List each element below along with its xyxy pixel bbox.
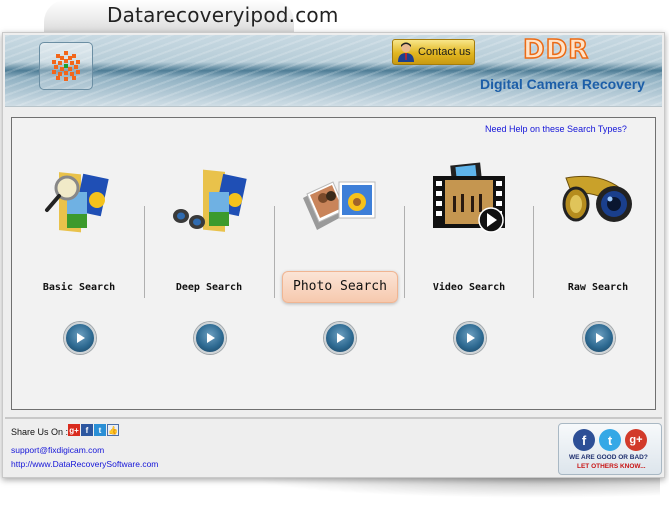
ddr-logo-icon bbox=[52, 51, 80, 81]
start-raw-search-button[interactable] bbox=[583, 322, 615, 354]
brand-logo-text: DDR bbox=[522, 34, 590, 66]
google-plus-icon[interactable]: g+ bbox=[68, 424, 80, 436]
site-title: Datarecoveryipod.com bbox=[107, 3, 339, 27]
option-photo-search: Photo Search bbox=[275, 158, 403, 358]
search-types-panel: Need Help on these Search Types? Basic S… bbox=[11, 117, 656, 410]
window-shadow bbox=[250, 478, 660, 498]
help-link[interactable]: Need Help on these Search Types? bbox=[485, 124, 627, 134]
option-basic-search: Basic Search bbox=[15, 158, 143, 358]
feedback-social-box: f t g+ WE ARE GOOD OR BAD? LET OTHERS KN… bbox=[558, 423, 662, 475]
start-basic-search-button[interactable] bbox=[64, 322, 96, 354]
play-icon bbox=[77, 333, 85, 343]
share-icons: g+ f t 👍 bbox=[68, 424, 119, 436]
start-deep-search-button[interactable] bbox=[194, 322, 226, 354]
option-label[interactable]: Raw Search bbox=[534, 282, 662, 293]
option-raw-search: Raw Search bbox=[534, 158, 662, 358]
start-photo-search-button[interactable] bbox=[324, 322, 356, 354]
option-label[interactable]: Deep Search bbox=[145, 282, 273, 293]
twitter-icon[interactable]: t bbox=[94, 424, 106, 436]
feedback-question: WE ARE GOOD OR BAD? bbox=[569, 454, 648, 461]
option-deep-search: Deep Search bbox=[145, 158, 273, 358]
facebook-icon[interactable]: f bbox=[573, 429, 595, 451]
play-icon bbox=[337, 333, 345, 343]
facebook-icon[interactable]: f bbox=[81, 424, 93, 436]
play-icon bbox=[467, 333, 475, 343]
option-label[interactable]: Video Search bbox=[405, 282, 533, 293]
share-label: Share Us On : bbox=[11, 427, 69, 437]
folder-magnifier-icon bbox=[45, 172, 109, 233]
twitter-icon[interactable]: t bbox=[599, 429, 621, 451]
start-video-search-button[interactable] bbox=[454, 322, 486, 354]
site-title-tab: Datarecoveryipod.com bbox=[44, 0, 338, 34]
header-banner: Contact us DDR Digital Camera Recovery bbox=[5, 34, 662, 107]
folder-binoculars-icon bbox=[173, 169, 247, 232]
play-icon bbox=[596, 333, 604, 343]
play-icon bbox=[207, 333, 215, 343]
option-label-selected[interactable]: Photo Search bbox=[282, 271, 398, 303]
google-plus-icon[interactable]: g+ bbox=[625, 429, 647, 451]
option-video-search: Video Search bbox=[405, 158, 533, 358]
film-reel-lens-icon bbox=[562, 175, 632, 222]
like-icon[interactable]: 👍 bbox=[107, 424, 119, 436]
person-icon bbox=[398, 42, 414, 62]
contact-us-label: Contact us bbox=[418, 46, 471, 58]
feedback-link[interactable]: LET OTHERS KNOW... bbox=[577, 463, 646, 470]
logo-button[interactable] bbox=[39, 42, 93, 90]
app-window: Contact us DDR Digital Camera Recovery N… bbox=[2, 32, 665, 478]
film-strip-play-icon bbox=[433, 162, 505, 233]
support-email-link[interactable]: support@fixdigicam.com bbox=[11, 445, 104, 455]
product-name: Digital Camera Recovery bbox=[480, 76, 645, 92]
footer-separator bbox=[5, 417, 662, 419]
website-link[interactable]: http://www.DataRecoverySoftware.com bbox=[11, 459, 158, 469]
option-label[interactable]: Basic Search bbox=[15, 282, 143, 293]
contact-us-button[interactable]: Contact us bbox=[392, 39, 475, 65]
photo-stack-icon bbox=[303, 181, 376, 230]
